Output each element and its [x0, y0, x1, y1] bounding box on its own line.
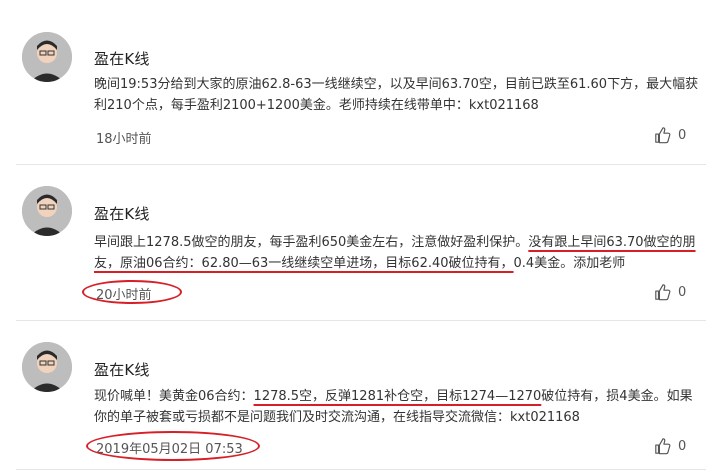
author-photo — [22, 342, 72, 392]
content-part: 0.4美金。添加老师 — [513, 256, 626, 271]
thumbs-up-icon — [655, 284, 671, 301]
like-count: 0 — [678, 438, 687, 454]
avatar[interactable] — [22, 342, 72, 392]
content-part-underlined: 1278.5空，反弹1281补仓空，目标1274—1270 — [253, 389, 542, 404]
divider — [16, 469, 706, 470]
like-button[interactable]: 0 — [654, 283, 686, 301]
divider — [16, 320, 706, 321]
like-button[interactable]: 0 — [654, 437, 686, 455]
avatar[interactable] — [22, 186, 72, 236]
post-content: 现价喊单！美黄金06合约：1278.5空，反弹1281补仓空，目标1274—12… — [94, 386, 700, 428]
content-part: 现价喊单！美黄金06合约： — [94, 389, 254, 404]
author-name[interactable]: 盈在K线 — [94, 203, 150, 224]
author-photo — [22, 186, 72, 236]
divider — [16, 164, 706, 165]
post-time: 2019年05月02日 07:53 — [96, 442, 243, 457]
post-time: 20小时前 — [96, 288, 152, 303]
thumbs-up-icon — [655, 438, 671, 455]
content-part: 早间跟上1278.5做空的朋友，每手盈利650美金左右，注意做好盈利保护。 — [94, 235, 529, 250]
author-name[interactable]: 盈在K线 — [94, 359, 150, 380]
post-3: 盈在K线 现价喊单！美黄金06合约：1278.5空，反弹1281补仓空，目标12… — [0, 0, 718, 461]
like-count: 0 — [678, 284, 687, 300]
post-content: 早间跟上1278.5做空的朋友，每手盈利650美金左右，注意做好盈利保护。没有跟… — [94, 232, 700, 274]
